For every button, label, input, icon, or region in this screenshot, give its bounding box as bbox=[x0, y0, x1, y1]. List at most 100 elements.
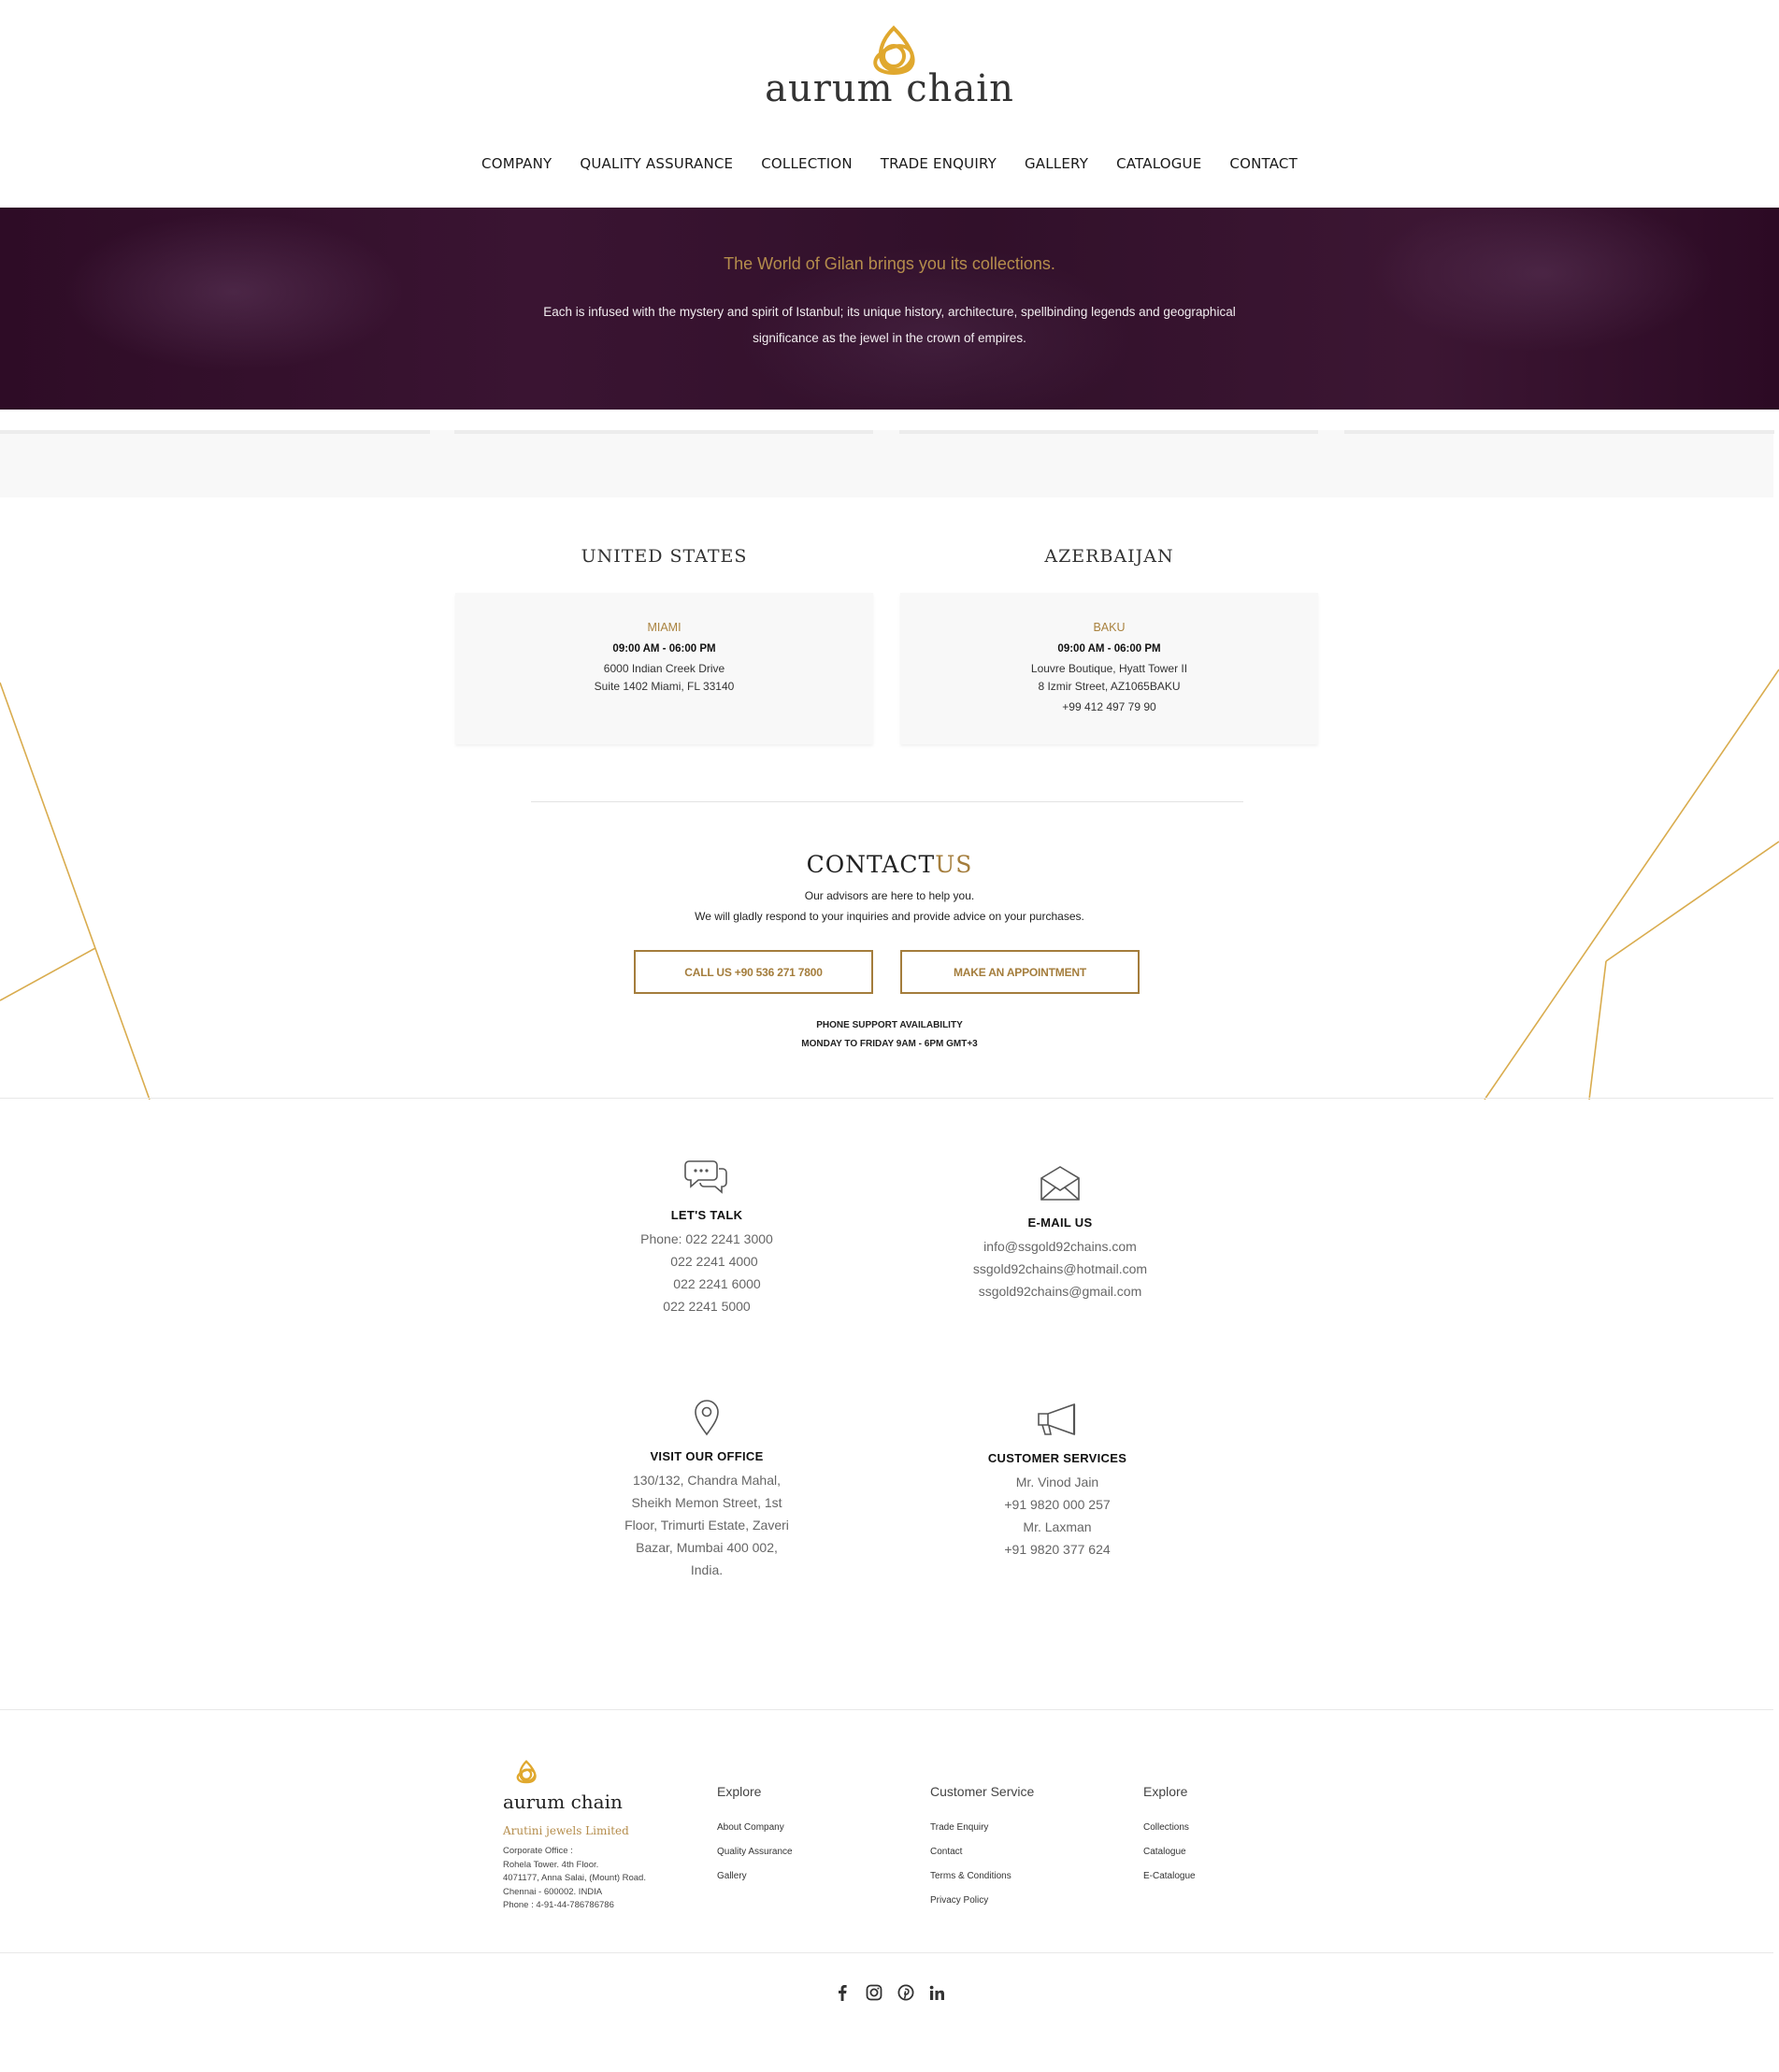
megaphone-icon bbox=[1038, 1403, 1076, 1436]
location-city: BAKU bbox=[1093, 621, 1126, 634]
envelope-icon bbox=[1040, 1166, 1080, 1201]
phone-support-title: PHONE SUPPORT AVAILABILITY bbox=[816, 1020, 963, 1030]
office-address-line: India. bbox=[690, 1562, 724, 1577]
info-title: E-MAIL US bbox=[1027, 1216, 1093, 1230]
triquetra-logo-icon[interactable] bbox=[512, 1760, 540, 1784]
strip-card-edge bbox=[0, 430, 430, 434]
contact-us-line-2: We will gladly respond to your inquiries… bbox=[695, 910, 1084, 923]
footer-company-name: Arutini jewels Limited bbox=[503, 1824, 629, 1837]
email-link[interactable]: ssgold92chains@hotmail.com bbox=[948, 1258, 1172, 1280]
call-us-button[interactable]: CALL US +90 536 271 7800 bbox=[634, 950, 873, 994]
nav-contact[interactable]: CONTACT bbox=[1215, 155, 1312, 172]
location-hours: 09:00 AM - 06:00 PM bbox=[1057, 643, 1161, 655]
info-title: VISIT OUR OFFICE bbox=[650, 1449, 764, 1463]
main-nav: COMPANY QUALITY ASSURANCE COLLECTION TRA… bbox=[0, 155, 1779, 172]
footer-address-line: Corporate Office : bbox=[503, 1846, 573, 1856]
hero-banner: The World of Gilan brings you its collec… bbox=[0, 208, 1779, 410]
office-address-line: 130/132, Chandra Mahal, bbox=[633, 1473, 781, 1488]
footer-column-title: Customer Service bbox=[930, 1784, 1035, 1799]
office-address-line: Floor, Trimurti Estate, Zaveri bbox=[624, 1518, 789, 1532]
nav-company[interactable]: COMPANY bbox=[467, 155, 566, 172]
nav-gallery[interactable]: GALLERY bbox=[1011, 155, 1102, 172]
footer-link-e-catalogue[interactable]: E-Catalogue bbox=[1143, 1864, 1196, 1889]
strip-card-edge bbox=[1344, 430, 1774, 434]
location-address-line: 6000 Indian Creek Drive bbox=[603, 662, 725, 675]
service-contact-line[interactable]: +91 9820 000 257 bbox=[945, 1493, 1169, 1516]
footer-column-explore: Explore About Company Quality Assurance … bbox=[717, 1784, 793, 1889]
site-header: aurum chain COMPANY QUALITY ASSURANCE CO… bbox=[0, 0, 1779, 208]
email-link[interactable]: info@ssgold92chains.com bbox=[948, 1235, 1172, 1258]
nav-quality-assurance[interactable]: QUALITY ASSURANCE bbox=[566, 155, 747, 172]
footer-column-customer-service: Customer Service Trade Enquiry Contact T… bbox=[930, 1784, 1034, 1913]
footer-logo-wordmark[interactable]: aurum chain bbox=[503, 1791, 709, 1813]
service-contact-line: Mr. Laxman bbox=[1023, 1519, 1092, 1534]
footer-link-privacy[interactable]: Privacy Policy bbox=[930, 1889, 1034, 1913]
phone-line[interactable]: 022 2241 4000 bbox=[595, 1250, 819, 1273]
office-address-line: Sheikh Memon Street, 1st bbox=[631, 1495, 782, 1510]
facebook-icon[interactable] bbox=[833, 1982, 852, 2003]
footer-address-line: 4071177, Anna Salai, (Mount) Road. bbox=[503, 1873, 646, 1883]
info-visit-office: VISIT OUR OFFICE 130/132, Chandra Mahal,… bbox=[595, 1399, 819, 1581]
footer-bottom-rule bbox=[0, 1952, 1773, 1953]
info-lets-talk: LET'S TALK Phone: 022 2241 3000 022 2241… bbox=[595, 1158, 819, 1317]
nav-catalogue[interactable]: CATALOGUE bbox=[1102, 155, 1215, 172]
footer-link-trade-enquiry[interactable]: Trade Enquiry bbox=[930, 1816, 1034, 1840]
contact-us-line-1: Our advisors are here to help you. bbox=[804, 889, 975, 902]
info-title: LET'S TALK bbox=[670, 1208, 743, 1222]
hero-text: Each is infused with the mystery and spi… bbox=[543, 305, 1236, 345]
nav-collection[interactable]: COLLECTION bbox=[747, 155, 867, 172]
info-title: CUSTOMER SERVICES bbox=[987, 1451, 1127, 1465]
logo-wordmark[interactable]: aurum chain bbox=[0, 67, 1779, 110]
phone-line[interactable]: Phone: 022 2241 3000 bbox=[595, 1228, 819, 1250]
nav-trade-enquiry[interactable]: TRADE ENQUIRY bbox=[867, 155, 1011, 172]
strip-card-edge bbox=[454, 430, 873, 434]
office-address-line: Bazar, Mumbai 400 002, bbox=[636, 1540, 778, 1555]
location-city: MIAMI bbox=[647, 621, 681, 634]
country-azerbaijan: AZERBAIJAN bbox=[1044, 546, 1174, 567]
contact-us-title: CONTACTUS bbox=[0, 851, 1779, 878]
hero-title: The World of Gilan brings you its collec… bbox=[724, 254, 1055, 273]
contact-us-title-main: CONTACT bbox=[806, 851, 936, 878]
decorative-gold-lines bbox=[0, 669, 1779, 1100]
map-pin-icon bbox=[695, 1400, 719, 1436]
phone-line[interactable]: 022 2241 6000 bbox=[595, 1273, 819, 1295]
footer-link-about-company[interactable]: About Company bbox=[717, 1816, 793, 1840]
strip-card-edge bbox=[899, 430, 1318, 434]
footer-link-contact[interactable]: Contact bbox=[930, 1840, 1034, 1864]
footer-address: Corporate Office : Rohela Tower. 4th Flo… bbox=[503, 1845, 709, 1913]
footer-link-catalogue[interactable]: Catalogue bbox=[1143, 1840, 1196, 1864]
footer-top-rule bbox=[0, 1709, 1773, 1710]
location-card-miami: MIAMI 09:00 AM - 06:00 PM 6000 Indian Cr… bbox=[455, 593, 873, 744]
phone-line[interactable]: 022 2241 5000 bbox=[595, 1295, 819, 1317]
linkedin-icon[interactable] bbox=[928, 1982, 947, 2003]
chat-bubbles-icon bbox=[684, 1160, 727, 1194]
footer-link-quality-assurance[interactable]: Quality Assurance bbox=[717, 1840, 793, 1864]
info-email-us: E-MAIL US info@ssgold92chains.com ssgold… bbox=[948, 1165, 1172, 1302]
phone-support-hours: MONDAY TO FRIDAY 9AM - 6PM GMT+3 bbox=[801, 1039, 978, 1049]
social-links bbox=[0, 1982, 1779, 2003]
info-customer-services: CUSTOMER SERVICES Mr. Vinod Jain +91 982… bbox=[945, 1401, 1169, 1561]
footer-brand: aurum chain Arutini jewels Limited Corpo… bbox=[503, 1760, 709, 1913]
location-hours: 09:00 AM - 06:00 PM bbox=[612, 643, 716, 655]
make-appointment-button[interactable]: MAKE AN APPOINTMENT bbox=[900, 950, 1140, 994]
country-united-states: UNITED STATES bbox=[581, 546, 748, 567]
footer-link-collections[interactable]: Collections bbox=[1143, 1816, 1196, 1840]
location-phone[interactable]: +99 412 497 79 90 bbox=[900, 700, 1318, 713]
footer-link-terms[interactable]: Terms & Conditions bbox=[930, 1864, 1034, 1889]
service-contact-line: Mr. Vinod Jain bbox=[1015, 1475, 1099, 1489]
footer-address-line: Chennai - 600002. INDIA bbox=[503, 1886, 603, 1897]
footer-address-line: Rohela Tower. 4th Floor. bbox=[503, 1859, 599, 1870]
location-address-line: 8 Izmir Street, AZ1065BAKU bbox=[1038, 680, 1181, 693]
email-link[interactable]: ssgold92chains@gmail.com bbox=[948, 1280, 1172, 1302]
footer-column-title: Explore bbox=[1143, 1784, 1188, 1799]
section-rule bbox=[0, 1098, 1773, 1099]
service-contact-line[interactable]: +91 9820 377 624 bbox=[945, 1538, 1169, 1561]
location-address-line: Suite 1402 Miami, FL 33140 bbox=[594, 680, 735, 693]
location-card-baku: BAKU 09:00 AM - 06:00 PM Louvre Boutique… bbox=[900, 593, 1318, 744]
section-divider bbox=[531, 801, 1243, 802]
pinterest-icon[interactable] bbox=[897, 1982, 915, 2003]
footer-link-gallery[interactable]: Gallery bbox=[717, 1864, 793, 1889]
footer-column-title: Explore bbox=[717, 1784, 762, 1799]
instagram-icon[interactable] bbox=[865, 1982, 883, 2003]
footer-address-line: Phone : 4-91-44-786786786 bbox=[503, 1900, 614, 1910]
